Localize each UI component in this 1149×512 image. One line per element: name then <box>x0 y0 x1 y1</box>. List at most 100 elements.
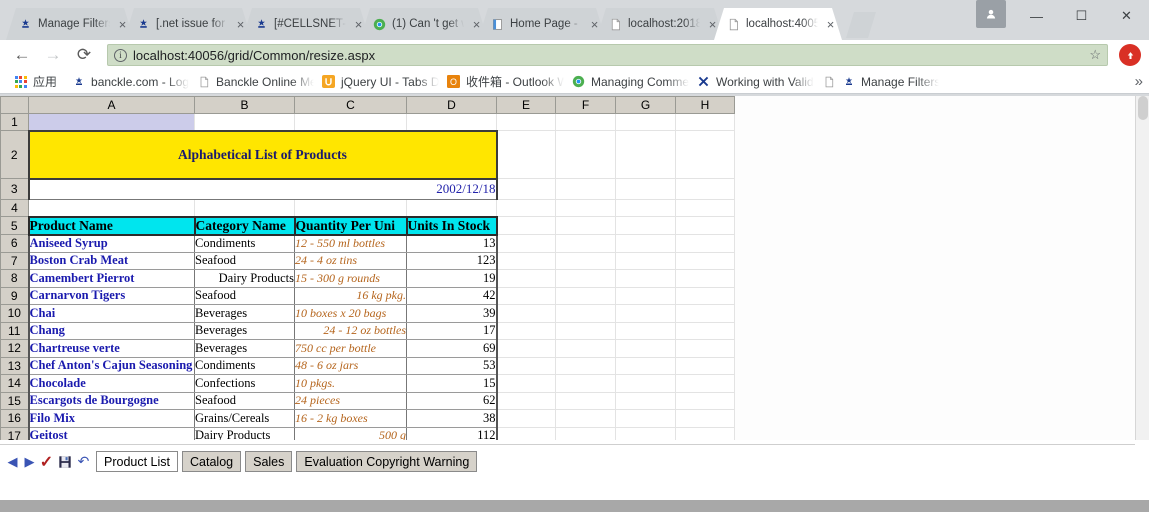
row-header[interactable]: 14 <box>0 374 29 393</box>
cell-g[interactable] <box>615 426 676 440</box>
cell-category-name[interactable]: Beverages <box>194 304 295 323</box>
cell-e3[interactable] <box>496 178 556 200</box>
cell-g[interactable] <box>615 374 676 393</box>
browser-tab[interactable]: [.net issue for p × <box>124 8 252 40</box>
cell-category-name[interactable]: Seafood <box>194 251 295 270</box>
cell-f[interactable] <box>555 374 616 393</box>
close-window-button[interactable]: ✕ <box>1104 0 1149 32</box>
cell-f3[interactable] <box>555 178 616 200</box>
column-header-h[interactable]: H <box>675 96 735 114</box>
bookmark-item[interactable]: banckle.com - Log <box>64 74 189 89</box>
column-header-f[interactable]: F <box>555 96 616 114</box>
cell-date[interactable]: 2002/12/18 <box>27 177 498 200</box>
cell-f[interactable] <box>555 321 616 340</box>
table-header-category-name[interactable]: Category Name <box>193 215 296 236</box>
cell-f[interactable] <box>555 269 616 288</box>
cell-a4[interactable] <box>28 199 195 217</box>
cell-a1[interactable] <box>28 113 195 131</box>
avatar[interactable] <box>976 0 1006 28</box>
row-header-4[interactable]: 4 <box>0 199 29 217</box>
cell-product-name[interactable]: Chef Anton's Cajun Seasoning <box>27 356 195 375</box>
column-header-e[interactable]: E <box>496 96 556 114</box>
cell-g[interactable] <box>615 339 676 358</box>
cell-quantity-per-unit[interactable]: 15 - 300 g rounds <box>294 269 407 288</box>
cell-g5[interactable] <box>615 216 676 235</box>
cell-product-name[interactable]: Carnarvon Tigers <box>27 286 195 305</box>
reload-button[interactable]: ⟳ <box>70 41 98 69</box>
cell-quantity-per-unit[interactable]: 24 - 4 oz tins <box>294 251 407 270</box>
sheet-tab-catalog[interactable]: Catalog <box>182 451 242 472</box>
browser-tab[interactable]: Manage Filters × <box>6 8 134 40</box>
cell-e2[interactable] <box>496 130 556 179</box>
row-header-5[interactable]: 5 <box>0 216 29 235</box>
undo-icon[interactable]: ↶ <box>75 451 92 473</box>
cell-h[interactable] <box>675 426 735 440</box>
maximize-button[interactable]: ☐ <box>1059 0 1104 32</box>
save-icon[interactable] <box>55 451 75 473</box>
select-all-corner[interactable] <box>0 96 29 114</box>
cell-product-name[interactable]: Chocolade <box>27 374 195 393</box>
row-header-2[interactable]: 2 <box>0 130 29 179</box>
next-sheet-icon[interactable]: ▶ <box>21 451 38 473</box>
cell-h2[interactable] <box>675 130 735 179</box>
back-button[interactable]: ← <box>8 41 36 69</box>
cell-quantity-per-unit[interactable]: 48 - 6 oz jars <box>294 356 407 375</box>
bookmark-item[interactable]: Banckle Online Mee <box>189 74 314 89</box>
vertical-scrollbar[interactable] <box>1135 96 1149 440</box>
cell-e[interactable] <box>496 339 556 358</box>
row-header[interactable]: 10 <box>0 304 29 323</box>
cell-category-name[interactable]: Dairy Products <box>194 426 295 440</box>
cell-h[interactable] <box>675 251 735 270</box>
cell-b4[interactable] <box>194 199 295 217</box>
cell-f[interactable] <box>555 234 616 253</box>
cell-f[interactable] <box>555 409 616 428</box>
row-header[interactable]: 7 <box>0 251 29 270</box>
bookmark-item[interactable]: jQuery UI - Tabs De <box>314 74 439 89</box>
column-header-b[interactable]: B <box>194 96 295 114</box>
cell-g[interactable] <box>615 251 676 270</box>
cell-g[interactable] <box>615 356 676 375</box>
row-header[interactable]: 8 <box>0 269 29 288</box>
cell-h[interactable] <box>675 321 735 340</box>
cell-e[interactable] <box>496 286 556 305</box>
cell-quantity-per-unit[interactable]: 24 pieces <box>294 391 407 410</box>
cell-f2[interactable] <box>555 130 616 179</box>
cell-g[interactable] <box>615 409 676 428</box>
cell-title-banner[interactable]: Alphabetical List of Products <box>27 129 498 180</box>
extension-icon[interactable] <box>1119 44 1141 66</box>
bookmark-item[interactable]: O 收件箱 - Outlook We <box>439 73 564 90</box>
site-info-icon[interactable]: i <box>114 48 127 62</box>
cell-units-in-stock[interactable]: 38 <box>406 409 498 428</box>
cell-product-name[interactable]: Camembert Pierrot <box>27 269 195 288</box>
browser-tab[interactable]: Home Page - M × <box>478 8 606 40</box>
cell-quantity-per-unit[interactable]: 24 - 12 oz bottles <box>294 321 407 340</box>
cell-f4[interactable] <box>555 199 616 217</box>
cell-f[interactable] <box>555 304 616 323</box>
cell-units-in-stock[interactable]: 112 <box>406 426 498 440</box>
cell-category-name[interactable]: Confections <box>194 374 295 393</box>
cell-h[interactable] <box>675 286 735 305</box>
cell-units-in-stock[interactable]: 62 <box>406 391 498 410</box>
column-header-c[interactable]: C <box>294 96 407 114</box>
column-header-a[interactable]: A <box>28 96 195 114</box>
cell-f[interactable] <box>555 339 616 358</box>
row-header[interactable]: 9 <box>0 286 29 305</box>
cell-g[interactable] <box>615 321 676 340</box>
bookmark-apps[interactable]: 应用 <box>6 73 64 90</box>
bookmark-item[interactable]: Manage Filters - Asp <box>814 74 939 89</box>
cell-product-name[interactable]: Chai <box>27 304 195 323</box>
cell-units-in-stock[interactable]: 39 <box>406 304 498 323</box>
cell-category-name[interactable]: Dairy Products <box>194 269 295 288</box>
cell-g[interactable] <box>615 304 676 323</box>
cell-f[interactable] <box>555 426 616 440</box>
bookmark-item[interactable]: Managing Commen <box>564 74 689 89</box>
row-header-3[interactable]: 3 <box>0 178 29 200</box>
cell-g3[interactable] <box>615 178 676 200</box>
table-header-product-name[interactable]: Product Name <box>27 215 196 236</box>
spreadsheet-grid[interactable]: A B C D E F G H 1 2 Alphabetical List of… <box>0 96 1135 440</box>
cell-e4[interactable] <box>496 199 556 217</box>
cell-product-name[interactable]: Aniseed Syrup <box>27 234 195 253</box>
cell-quantity-per-unit[interactable]: 16 kg pkg. <box>294 286 407 305</box>
cell-product-name[interactable]: Chartreuse verte <box>27 339 195 358</box>
cell-g2[interactable] <box>615 130 676 179</box>
